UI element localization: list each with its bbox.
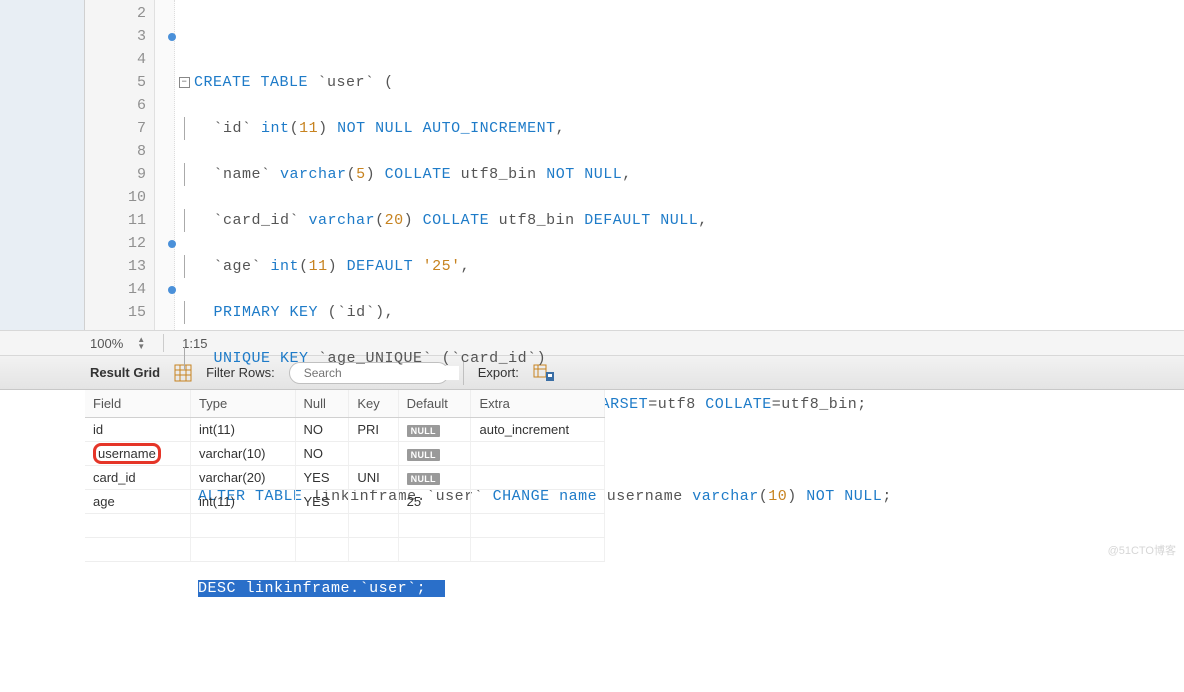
table-row[interactable]: usernamevarchar(10)NO NULL [85, 442, 605, 466]
line-num: 15 [85, 301, 154, 324]
cell-default: NULL [398, 466, 471, 490]
col-default[interactable]: Default [398, 390, 471, 418]
cell-type: int(11) [191, 490, 295, 514]
cell-null: NO [295, 418, 349, 442]
line-num: 10 [85, 186, 154, 209]
code-content[interactable]: −CREATE TABLE `user` ( `id` int(11) NOT … [175, 0, 1184, 330]
col-null[interactable]: Null [295, 390, 349, 418]
col-key[interactable]: Key [349, 390, 398, 418]
table-row [85, 538, 605, 562]
zoom-stepper-icon[interactable]: ▲▼ [137, 337, 145, 350]
left-panel [0, 0, 85, 330]
cell-type: varchar(10) [191, 442, 295, 466]
table-row[interactable]: idint(11)NOPRINULLauto_increment [85, 418, 605, 442]
cell-key [349, 442, 398, 466]
line-num: 7 [85, 117, 154, 140]
watermark: @51CTO博客 [1108, 542, 1176, 558]
table-header-row: Field Type Null Key Default Extra [85, 390, 605, 418]
sql-editor: 2 3 4 5 6 7 8 9 10 11 12 13 14 15 −CREAT… [0, 0, 1184, 330]
line-num: 3 [85, 25, 154, 48]
cell-field: id [85, 418, 191, 442]
cell-null: YES [295, 466, 349, 490]
cell-default: 25 [398, 490, 471, 514]
col-field[interactable]: Field [85, 390, 191, 418]
line-num: 13 [85, 255, 154, 278]
cell-null: NO [295, 442, 349, 466]
cell-null: YES [295, 490, 349, 514]
cell-extra: auto_increment [471, 418, 605, 442]
result-grid-label: Result Grid [90, 365, 160, 380]
cell-type: varchar(20) [191, 466, 295, 490]
line-num: 6 [85, 94, 154, 117]
col-extra[interactable]: Extra [471, 390, 605, 418]
col-type[interactable]: Type [191, 390, 295, 418]
cell-default: NULL [398, 418, 471, 442]
cell-extra [471, 466, 605, 490]
fold-toggle-icon[interactable]: − [179, 77, 190, 88]
table-row[interactable]: card_idvarchar(20)YESUNINULL [85, 466, 605, 490]
line-num: 8 [85, 140, 154, 163]
cell-field: age [85, 490, 191, 514]
line-num: 5 [85, 71, 154, 94]
line-gutter: 2 3 4 5 6 7 8 9 10 11 12 13 14 15 [85, 0, 155, 330]
marker-column [155, 0, 175, 330]
cell-key: PRI [349, 418, 398, 442]
line-num: 4 [85, 48, 154, 71]
table-row [85, 514, 605, 538]
cell-key [349, 490, 398, 514]
zoom-level: 100% [90, 336, 123, 351]
line-num: 11 [85, 209, 154, 232]
selected-text[interactable]: DESC linkinframe.`user`; [198, 580, 445, 597]
line-num: 12 [85, 232, 154, 255]
cell-extra [471, 442, 605, 466]
cell-field: username [85, 442, 191, 466]
result-grid-table: Field Type Null Key Default Extra idint(… [85, 390, 605, 562]
cell-type: int(11) [191, 418, 295, 442]
cell-field: card_id [85, 466, 191, 490]
cell-extra [471, 490, 605, 514]
line-num: 9 [85, 163, 154, 186]
cell-key: UNI [349, 466, 398, 490]
cell-default: NULL [398, 442, 471, 466]
table-row[interactable]: ageint(11)YES 25 [85, 490, 605, 514]
line-num: 2 [85, 2, 154, 25]
line-num: 14 [85, 278, 154, 301]
